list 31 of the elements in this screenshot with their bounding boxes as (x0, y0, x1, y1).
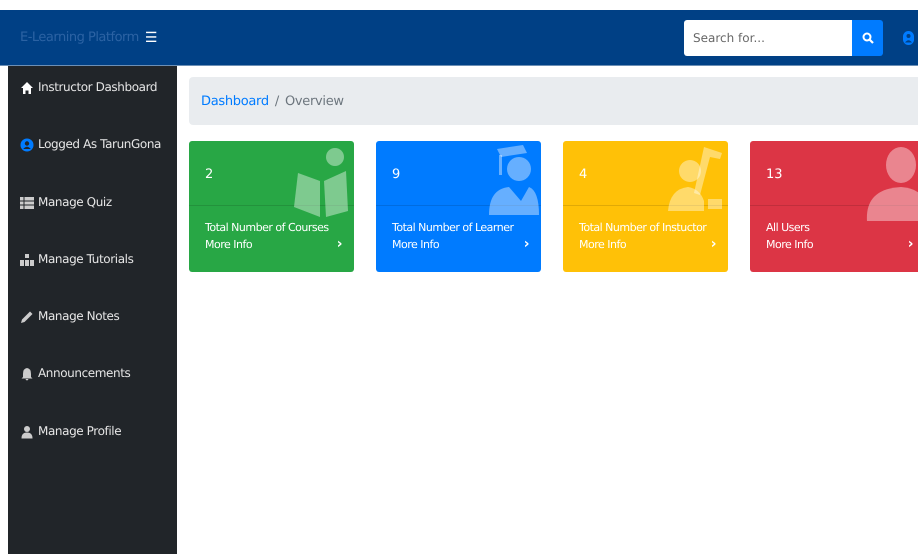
person-icon (20, 424, 34, 439)
house-icon (20, 81, 34, 95)
breadcrumb-current: Overview (284, 94, 344, 108)
search-field[interactable]: Search for... (684, 20, 852, 56)
sidebar-item[interactable]: Logged As TarunGona (8, 137, 177, 195)
sidebar-item[interactable]: Manage Notes (8, 309, 177, 366)
user-icon (20, 138, 34, 152)
stat-count: 2 (205, 167, 214, 182)
user-icon[interactable] (903, 30, 914, 44)
menu-button[interactable]: ☰ (140, 30, 162, 46)
search-icon (862, 32, 874, 44)
sidebar-item[interactable]: Manage Profile (8, 424, 177, 482)
sidebar-item[interactable]: Manage Tutorials (8, 252, 177, 310)
search-button[interactable] (852, 20, 883, 56)
pencil-icon (20, 310, 34, 324)
stat-label: Total Number of Courses (205, 221, 330, 234)
more-info-link[interactable]: More Info › (766, 238, 913, 251)
stat-count: 9 (392, 167, 400, 182)
stat-count: 13 (766, 167, 783, 182)
table-icon (20, 196, 34, 210)
sidebar-item[interactable]: Manage Quiz (8, 194, 177, 252)
bell-icon (20, 367, 34, 382)
stat-count: 4 (579, 167, 588, 182)
sidebar-item[interactable]: Instructor Dashboard (8, 80, 177, 138)
stat-label: All Users (766, 221, 810, 234)
sidebar-item[interactable]: Announcements (8, 366, 177, 424)
hierarchy-icon (20, 252, 34, 267)
more-info-link[interactable]: More Info › (392, 238, 529, 251)
breadcrumb-separator: / (274, 94, 279, 108)
stat-label: Total Number of Instuctor (579, 221, 708, 234)
stat-label: Total Number of Learner (392, 221, 515, 234)
